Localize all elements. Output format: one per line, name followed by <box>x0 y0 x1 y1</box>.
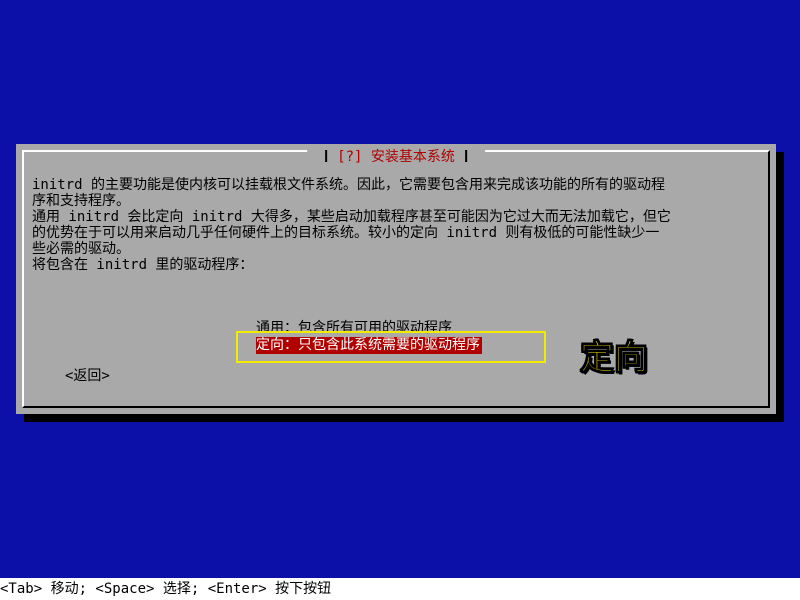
title-tick-left <box>325 150 328 162</box>
paragraph-1-line-1: initrd 的主要功能是使内核可以挂载根文件系统。因此，它需要包含用来完成该功… <box>32 177 665 193</box>
description-paragraph-1: initrd 的主要功能是使内核可以挂载根文件系统。因此，它需要包含用来完成该功… <box>32 177 744 209</box>
status-bar: <Tab> 移动; <Space> 选择; <Enter> 按下按钮 <box>0 578 800 600</box>
driver-prompt-label: 将包含在 initrd 里的驱动程序： <box>32 257 254 273</box>
dialog-content: initrd 的主要功能是使内核可以挂载根文件系统。因此，它需要包含用来完成该功… <box>32 177 744 293</box>
paragraph-2-line-1: 通用 initrd 会比定向 initrd 大得多，某些启动加载程序甚至可能因为… <box>32 209 671 225</box>
back-button[interactable]: <返回> <box>65 368 110 384</box>
paragraph-2-line-3: 些必需的驱动。 <box>32 241 130 257</box>
annotation-label: 定向 <box>580 338 649 379</box>
title-tick-right <box>464 150 467 162</box>
dialog-title: [?] 安装基本系统 <box>307 150 485 170</box>
paragraph-1-line-2: 序和支持程序。 <box>32 193 130 209</box>
dialog-title-text: [?] 安装基本系统 <box>337 149 455 165</box>
paragraph-2-line-2: 的优势在于可以用来启动几乎任何硬件上的目标系统。较小的定向 initrd 则有极… <box>32 225 660 241</box>
highlight-box <box>236 331 546 363</box>
description-paragraph-2: 通用 initrd 会比定向 initrd 大得多，某些启动加载程序甚至可能因为… <box>32 209 744 257</box>
